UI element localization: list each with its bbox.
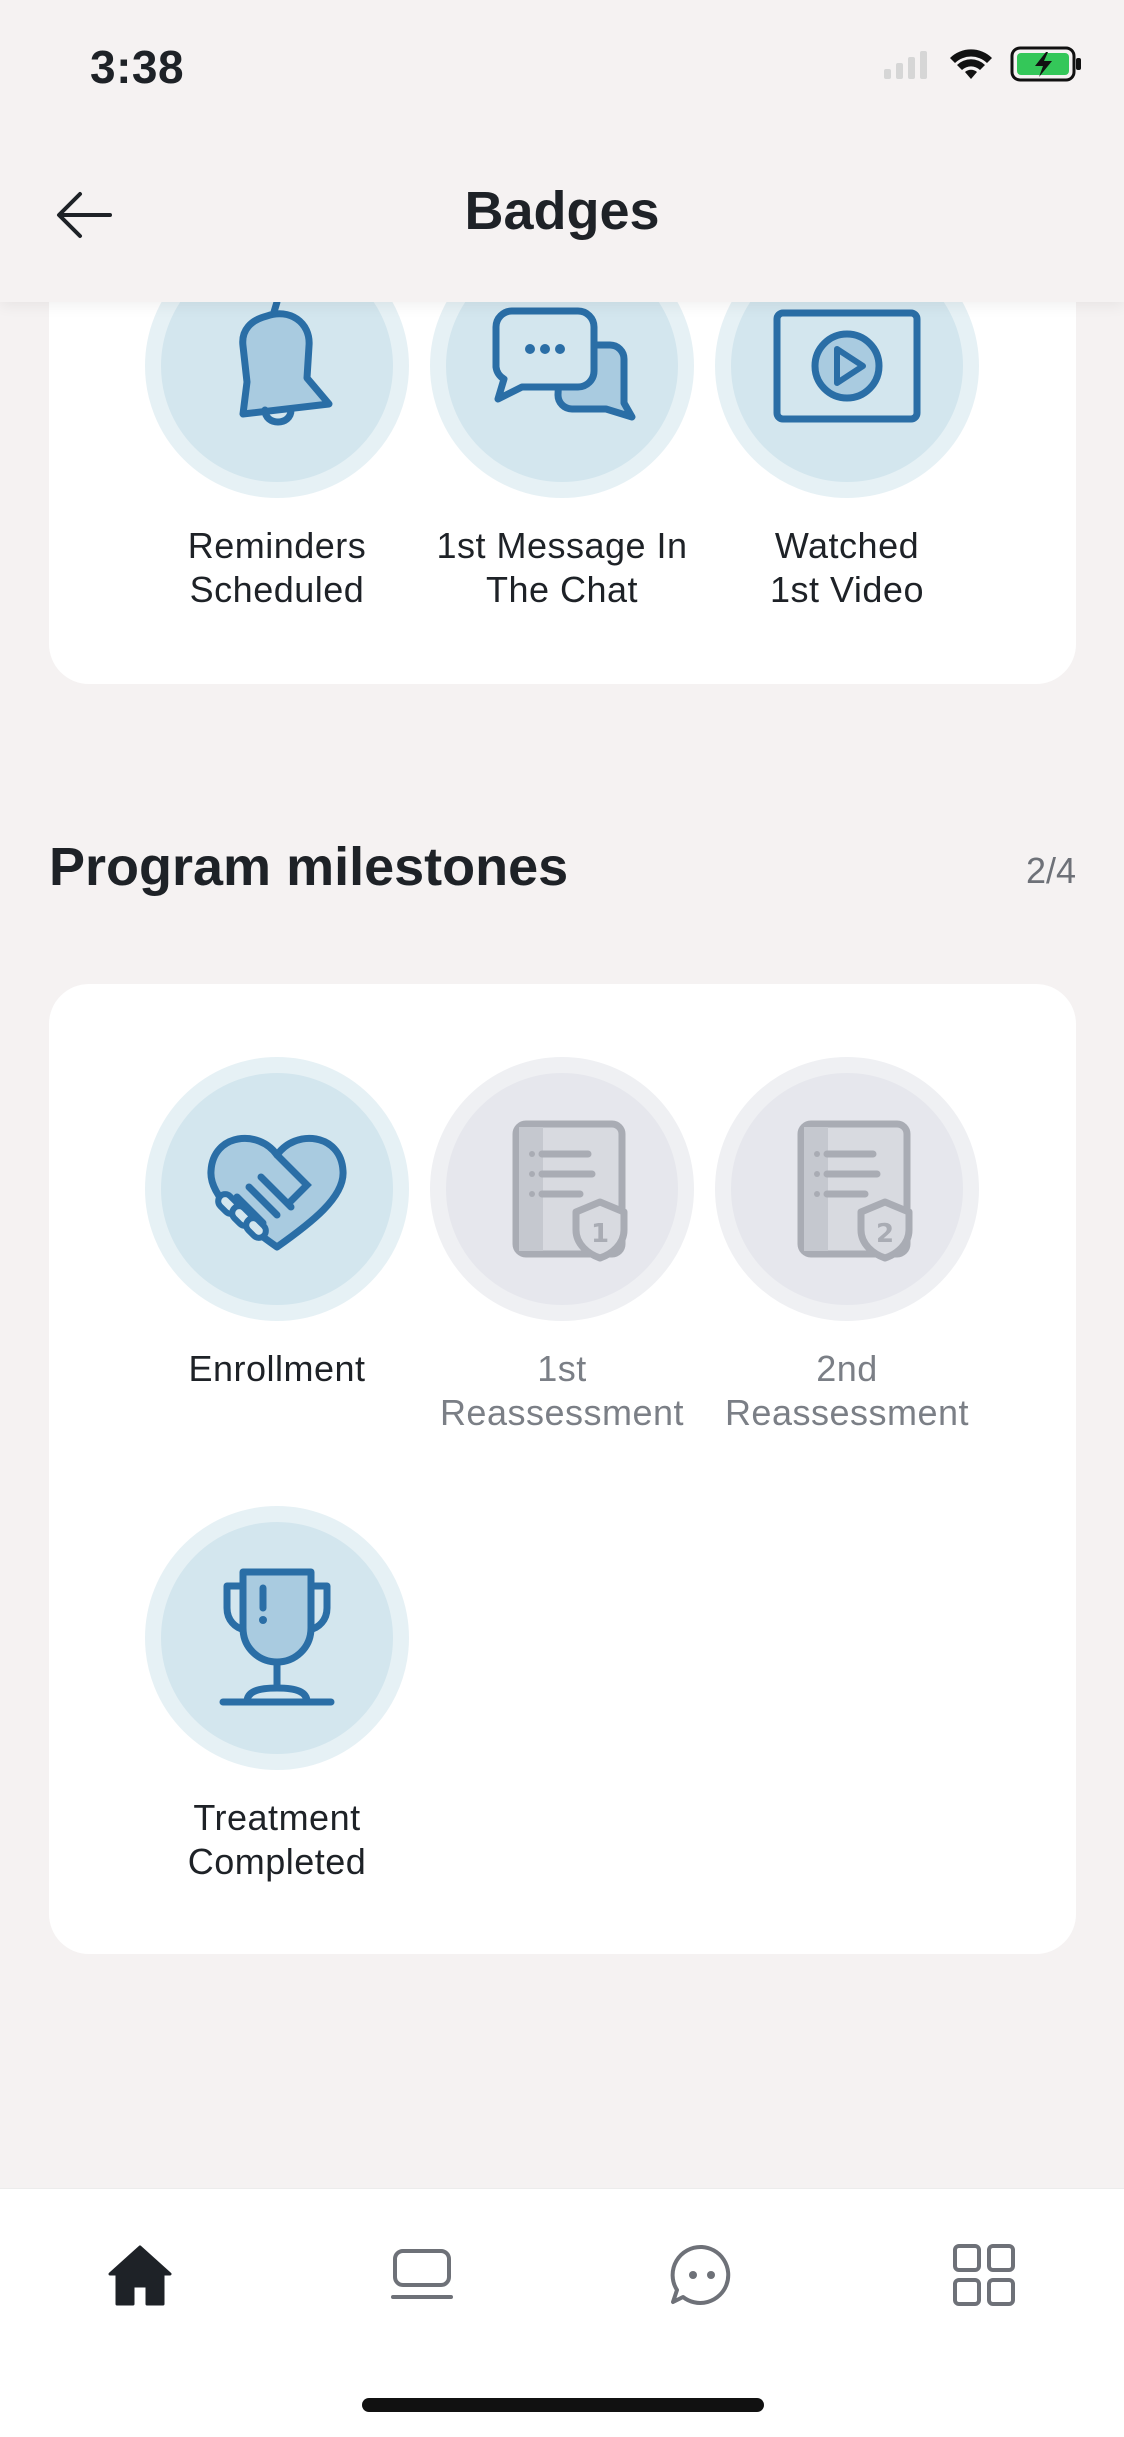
battery-icon: [1010, 46, 1081, 82]
top-bar: 3:38 Badges: [0, 0, 1124, 302]
nav-more[interactable]: [944, 2235, 1024, 2315]
svg-text:1: 1: [591, 1219, 609, 1249]
milestones-card: Enrollment 1 1st Reassessment 2 2nd Reas…: [49, 984, 1076, 1954]
bell-icon: [239, 298, 333, 426]
handshake-heart-icon: [207, 1135, 347, 1251]
badge-label: 2nd Reassessment: [724, 1348, 970, 1433]
badge-label: Treatment Completed: [187, 1797, 367, 1882]
badge-circle: [145, 1057, 409, 1321]
home-icon: [108, 2245, 172, 2306]
chat-icon: [670, 2244, 731, 2305]
badge-circle: 1: [430, 1057, 694, 1321]
home-indicator: [362, 2398, 764, 2412]
document-shield-1-icon: 1: [512, 1120, 628, 1262]
page-title: Badges: [464, 181, 660, 241]
status-icons: [884, 46, 1084, 82]
status-time: 3:38: [90, 41, 185, 93]
nav-home[interactable]: [100, 2235, 180, 2315]
nav-sessions[interactable]: [382, 2235, 462, 2315]
chat-bubbles-icon: [492, 307, 636, 421]
milestones-title: Program milestones: [49, 837, 569, 897]
svg-text:2: 2: [876, 1219, 894, 1249]
wifi-icon: [950, 49, 992, 79]
badge-label: Watched 1st Video: [770, 525, 924, 610]
milestone-second-reassessment[interactable]: 2 2nd Reassessment: [677, 1057, 1017, 1435]
grid-icon: [953, 2244, 1015, 2306]
nav-chat[interactable]: [662, 2235, 742, 2315]
badge-circle: [145, 1506, 409, 1770]
milestone-treatment-completed[interactable]: Treatment Completed: [107, 1506, 447, 1884]
trophy-icon: [219, 1568, 335, 1706]
document-shield-2-icon: 2: [797, 1120, 913, 1262]
video-play-icon: [773, 309, 921, 423]
badge-circle: 2: [715, 1057, 979, 1321]
laptop-icon: [391, 2249, 453, 2299]
signal-icon: [884, 51, 927, 79]
milestones-count: 2/4: [1025, 850, 1076, 891]
